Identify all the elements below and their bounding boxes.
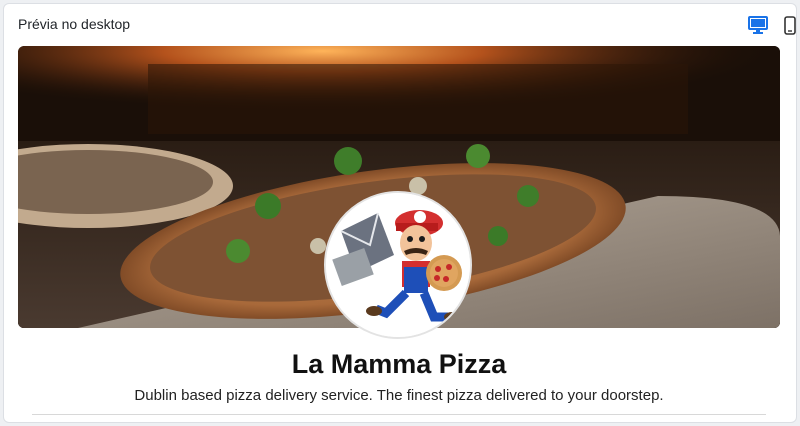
mobile-phone-icon <box>784 15 796 35</box>
desktop-view-button[interactable] <box>746 14 770 36</box>
mobile-view-button[interactable] <box>778 14 800 36</box>
profile-name: La Mamma Pizza <box>291 349 507 379</box>
desktop-monitor-icon <box>748 16 768 34</box>
desktop-preview-viewport[interactable]: La Mamma Pizza Dublin based pizza delive… <box>18 46 782 426</box>
profile-avatar[interactable] <box>324 191 472 339</box>
panel-title: Prévia no desktop <box>18 16 131 32</box>
profile-description: Dublin based pizza delivery service. The… <box>134 387 664 404</box>
mascot-image <box>326 193 470 337</box>
preview-panel: Prévia no desktop La Mamma Pizza Dublin … <box>3 3 797 423</box>
